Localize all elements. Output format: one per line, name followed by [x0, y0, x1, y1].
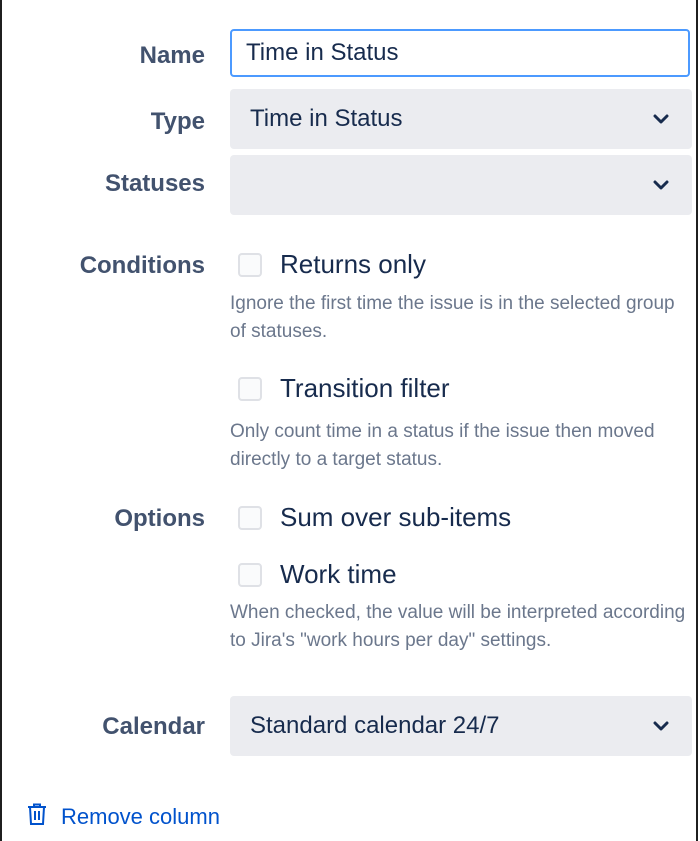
- chevron-down-icon: [650, 715, 672, 737]
- sum-over-checkbox-row[interactable]: Sum over sub-items: [238, 502, 511, 533]
- work-time-checkbox-row[interactable]: Work time: [238, 559, 397, 590]
- type-select[interactable]: Time in Status: [230, 89, 692, 149]
- options-label: Options: [114, 505, 205, 532]
- calendar-select[interactable]: Standard calendar 24/7: [230, 696, 692, 756]
- type-select-value: Time in Status: [250, 105, 403, 132]
- transition-filter-checkbox-row[interactable]: Transition filter: [238, 373, 450, 404]
- chevron-down-icon: [650, 174, 672, 196]
- calendar-label: Calendar: [102, 713, 205, 740]
- trash-icon: [27, 803, 61, 831]
- calendar-select-value: Standard calendar 24/7: [250, 712, 500, 739]
- work-time-help: When checked, the value will be interpre…: [230, 602, 686, 651]
- transition-filter-help: Only count time in a status if the issue…: [230, 421, 655, 470]
- transition-filter-checkbox[interactable]: [238, 376, 262, 401]
- column-config-panel: Name Type Time in Status Statuses Condit…: [0, 0, 698, 841]
- statuses-label: Statuses: [104, 170, 205, 197]
- remove-column-label: Remove column: [61, 804, 220, 829]
- conditions-label: Conditions: [79, 252, 205, 279]
- returns-only-help: Ignore the first time the issue is in th…: [230, 293, 675, 342]
- type-label: Type: [150, 108, 205, 135]
- sum-over-checkbox[interactable]: [238, 505, 262, 530]
- remove-column-link[interactable]: Remove column: [27, 803, 220, 831]
- work-time-checkbox[interactable]: [238, 562, 262, 587]
- returns-only-label: Returns only: [280, 249, 426, 279]
- name-input[interactable]: [230, 29, 690, 77]
- chevron-down-icon: [650, 108, 672, 130]
- transition-filter-label: Transition filter: [280, 373, 450, 403]
- work-time-label: Work time: [280, 559, 397, 589]
- sum-over-label: Sum over sub-items: [280, 502, 512, 532]
- name-label: Name: [139, 42, 205, 69]
- returns-only-checkbox-row[interactable]: Returns only: [238, 249, 426, 280]
- returns-only-checkbox[interactable]: [238, 252, 262, 277]
- statuses-select[interactable]: [230, 155, 692, 215]
